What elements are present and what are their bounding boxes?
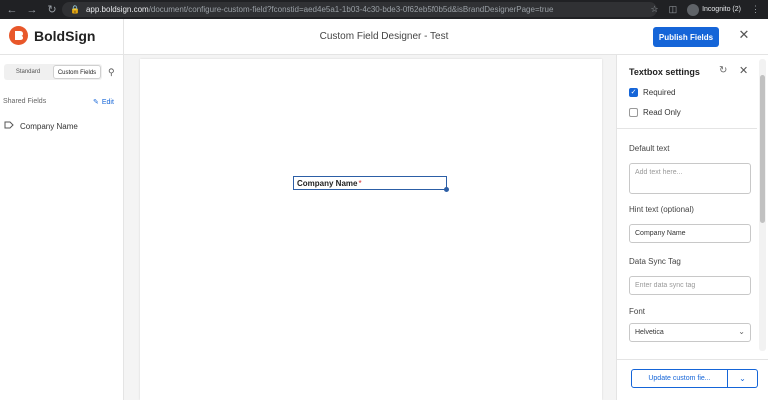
required-label: Required — [643, 88, 676, 97]
text-field-icon — [4, 121, 14, 131]
sidebar-item-label: Company Name — [20, 121, 78, 131]
settings-scrollbar[interactable] — [759, 59, 766, 351]
url-host: app.boldsign.com — [85, 5, 149, 14]
sidebar-item-company-name[interactable]: Company Name — [4, 121, 78, 131]
readonly-checkbox[interactable] — [629, 108, 638, 117]
field-tabs: Standard Custom Fields — [4, 64, 102, 80]
settings-title: Textbox settings — [629, 67, 700, 77]
chevron-down-icon: ⌄ — [738, 327, 745, 336]
update-custom-field-button[interactable]: Update custom fie... — [631, 369, 728, 388]
required-option[interactable]: ✓ Required — [629, 88, 675, 97]
search-icon[interactable]: ⚲ — [108, 67, 115, 78]
data-sync-tag-input[interactable] — [629, 276, 751, 295]
design-canvas: Company Name * — [124, 55, 616, 400]
edit-label: Edit — [101, 98, 114, 106]
readonly-option[interactable]: Read Only — [629, 108, 681, 117]
shared-fields-label: Shared Fields — [3, 98, 47, 105]
edit-shared-fields-link[interactable]: ✎ Edit — [93, 98, 114, 107]
incognito-icon — [687, 3, 700, 16]
resize-handle[interactable] — [444, 187, 449, 192]
font-label: Font — [629, 307, 646, 316]
required-marker: * — [358, 178, 362, 188]
canvas-page: Company Name * — [140, 59, 602, 400]
field-sidebar: Standard Custom Fields ⚲ Shared Fields ✎… — [0, 55, 124, 400]
hint-text-input[interactable] — [629, 224, 751, 243]
close-settings-icon[interactable]: ✕ — [739, 64, 748, 77]
tab-custom-fields[interactable]: Custom Fields — [53, 65, 101, 79]
lock-icon: 🔒 — [70, 5, 80, 14]
default-text-label: Default text — [629, 144, 670, 153]
more-menu-icon[interactable]: ⋮ — [751, 4, 760, 15]
hint-text-label: Hint text (optional) — [629, 205, 694, 214]
browser-actions: ☆ ◫ Incognito (2) ⋮ — [650, 2, 760, 17]
field-label: Company Name — [297, 178, 358, 188]
star-icon[interactable]: ☆ — [650, 4, 658, 15]
scroll-thumb[interactable] — [760, 75, 765, 223]
sidebar-toggle-icon[interactable]: ◫ — [669, 4, 678, 15]
font-select[interactable]: Helvetica ⌄ — [629, 323, 751, 342]
company-name-field[interactable]: Company Name * — [293, 176, 449, 192]
incognito-label: Incognito (2) — [702, 6, 741, 13]
data-sync-tag-label: Data Sync Tag — [629, 257, 681, 266]
back-icon[interactable]: ← — [4, 2, 20, 18]
browser-toolbar: ← → ↻ 🔒 app.boldsign.com /document/confi… — [0, 0, 768, 19]
incognito-badge[interactable]: Incognito (2) — [687, 3, 741, 16]
publish-fields-button[interactable]: Publish Fields — [653, 27, 719, 47]
settings-divider — [617, 128, 757, 129]
font-value: Helvetica — [635, 329, 664, 336]
tab-standard[interactable]: Standard — [5, 65, 51, 79]
url-path: /document/configure-custom-field?fconsti… — [148, 5, 554, 14]
update-bar: Update custom fie... ⌄ — [617, 359, 768, 400]
address-bar[interactable]: 🔒 app.boldsign.com /document/configure-c… — [62, 2, 657, 17]
default-text-input[interactable] — [629, 163, 751, 194]
reload-icon[interactable]: ↻ — [44, 2, 60, 18]
close-icon[interactable]: ✕ — [737, 28, 751, 42]
update-options-dropdown[interactable]: ⌄ — [728, 369, 758, 388]
textbox-settings-panel: Textbox settings ↻ ✕ ✓ Required Read Onl… — [616, 55, 768, 400]
reset-icon[interactable]: ↻ — [719, 65, 727, 76]
required-checkbox[interactable]: ✓ — [629, 88, 638, 97]
app-header: BoldSign Custom Field Designer - Test Pu… — [0, 19, 768, 55]
readonly-label: Read Only — [643, 108, 681, 117]
forward-icon[interactable]: → — [24, 2, 40, 18]
pencil-icon: ✎ — [93, 99, 99, 106]
